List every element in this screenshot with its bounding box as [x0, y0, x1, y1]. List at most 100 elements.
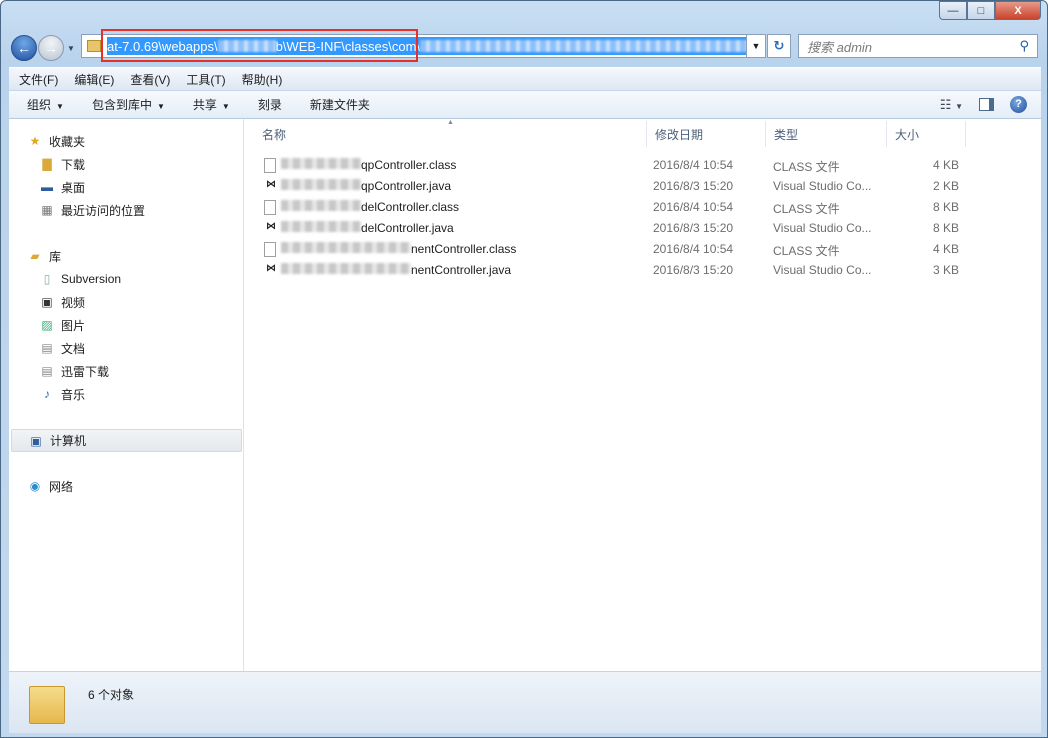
redacted-name	[281, 221, 361, 232]
library-icon: ▰	[30, 249, 40, 263]
sidebar-item-subversion[interactable]: ▯ Subversion	[39, 269, 121, 289]
preview-pane-icon[interactable]	[979, 98, 994, 111]
close-button[interactable]: X	[995, 1, 1041, 20]
file-name: nentController.class	[411, 242, 517, 256]
file-size: 3 KB	[932, 263, 959, 277]
file-date: 2016/8/4 10:54	[653, 200, 734, 214]
file-name: qpController.class	[361, 158, 457, 172]
folder-icon	[87, 40, 101, 52]
share-button[interactable]: 共享 ▼	[193, 96, 230, 113]
file-date: 2016/8/3 15:20	[653, 221, 734, 235]
forward-button[interactable]: →	[38, 35, 64, 61]
picture-icon: ▨	[41, 318, 53, 332]
window-controls: — □ X	[939, 1, 1041, 20]
file-date: 2016/8/4 10:54	[653, 158, 734, 172]
sidebar-item-music[interactable]: ♪ 音乐	[39, 384, 85, 404]
file-type: Visual Studio Co...	[773, 263, 872, 277]
column-header-size[interactable]: 大小	[887, 121, 966, 147]
search-input[interactable]: 搜索 admin ⚲	[798, 34, 1038, 58]
burn-button[interactable]: 刻录	[258, 96, 282, 113]
file-type: Visual Studio Co...	[773, 179, 872, 193]
help-icon[interactable]: ?	[1010, 96, 1027, 113]
back-button[interactable]: ←	[11, 35, 37, 61]
document-icon: ▤	[41, 341, 53, 355]
file-row[interactable]: ⋈ qpController.java 2016/8/3 15:20 Visual S…	[244, 175, 1041, 196]
file-icon	[264, 158, 276, 173]
file-type: CLASS 文件	[773, 244, 840, 258]
file-size: 4 KB	[932, 242, 959, 256]
file-size: 2 KB	[932, 179, 959, 193]
file-row[interactable]: delController.class 2016/8/4 10:54 CLASS 文…	[244, 196, 1041, 217]
sidebar-item-downloads[interactable]: ▇ 下载	[39, 154, 85, 174]
menu-edit[interactable]: 编辑(E)	[74, 71, 114, 88]
sidebar-item-xunlei[interactable]: ▤ 迅雷下载	[39, 361, 109, 381]
organize-button[interactable]: 组织 ▼	[27, 96, 64, 113]
column-header-date[interactable]: 修改日期	[647, 121, 766, 147]
command-bar: 组织 ▼ 包含到库中 ▼ 共享 ▼ 刻录 新建文件夹 ☷ ▼ ?	[9, 90, 1041, 119]
file-date: 2016/8/3 15:20	[653, 179, 734, 193]
document-icon: ▯	[43, 272, 51, 286]
file-row[interactable]: ⋈ delController.java 2016/8/3 15:20 Visual …	[244, 217, 1041, 238]
sidebar-network[interactable]: ◉ 网络	[27, 476, 73, 496]
sidebar-item-videos[interactable]: ▣ 视频	[39, 292, 85, 312]
address-dropdown[interactable]: ▼	[746, 34, 766, 58]
redacted-name	[281, 200, 361, 211]
explorer-window: — □ X ← → ▼ at-7.0.69\webapps\ b\WEB-INF…	[0, 0, 1048, 738]
redacted-name	[281, 179, 361, 190]
search-placeholder: 搜索 admin	[807, 39, 873, 55]
menu-bar: 文件(F) 编辑(E) 查看(V) 工具(T) 帮助(H)	[9, 67, 1041, 90]
sidebar-favorites[interactable]: ★ 收藏夹	[27, 131, 85, 151]
sidebar-item-documents[interactable]: ▤ 文档	[39, 338, 85, 358]
computer-icon: ▣	[30, 433, 42, 448]
file-row[interactable]: ⋈ nentController.java 2016/8/3 15:20 Visual…	[244, 259, 1041, 280]
include-library-button[interactable]: 包含到库中 ▼	[92, 96, 165, 113]
file-name: nentController.java	[411, 263, 512, 277]
view-options-icon[interactable]: ☷ ▼	[940, 97, 963, 113]
column-header-type[interactable]: 类型	[766, 121, 887, 147]
menu-file[interactable]: 文件(F)	[19, 71, 58, 88]
sidebar-item-desktop[interactable]: ▬ 桌面	[39, 177, 85, 197]
file-row[interactable]: nentController.class 2016/8/4 10:54 CLASS …	[244, 238, 1041, 259]
recent-pages-dropdown[interactable]: ▼	[67, 44, 75, 53]
redacted-segment	[420, 40, 751, 52]
download-folder-icon: ▇	[42, 157, 52, 171]
file-type: CLASS 文件	[773, 202, 840, 216]
highlight-annotation	[101, 29, 418, 62]
network-icon: ◉	[29, 479, 41, 493]
file-size: 4 KB	[932, 158, 959, 172]
redacted-name	[281, 263, 411, 274]
sidebar-item-recent[interactable]: ▦ 最近访问的位置	[39, 200, 145, 220]
recent-places-icon: ▦	[41, 203, 53, 217]
maximize-button[interactable]: □	[967, 1, 995, 20]
star-icon: ★	[29, 134, 41, 148]
visual-studio-icon: ⋈	[266, 179, 276, 190]
visual-studio-icon: ⋈	[266, 263, 276, 274]
sidebar-computer[interactable]: ▣ 计算机	[11, 429, 242, 452]
menu-tools[interactable]: 工具(T)	[186, 71, 225, 88]
refresh-button[interactable]: ↻	[767, 34, 791, 58]
file-name: qpController.java	[361, 179, 452, 193]
visual-studio-icon: ⋈	[266, 221, 276, 232]
menu-help[interactable]: 帮助(H)	[242, 71, 283, 88]
sidebar-item-pictures[interactable]: ▨ 图片	[39, 315, 85, 335]
file-name: delController.class	[361, 200, 460, 214]
menu-view[interactable]: 查看(V)	[130, 71, 170, 88]
file-row[interactable]: qpController.class 2016/8/4 10:54 CLASS 文件…	[244, 154, 1041, 175]
new-folder-button[interactable]: 新建文件夹	[310, 96, 370, 113]
item-count: 6 个对象	[88, 688, 135, 702]
status-bar: 6 个对象	[9, 671, 1041, 733]
file-icon	[264, 242, 276, 257]
download-icon: ▤	[41, 364, 53, 378]
column-header-name[interactable]: 名称	[254, 121, 647, 147]
desktop-icon: ▬	[41, 180, 53, 194]
sidebar-libraries[interactable]: ▰ 库	[27, 246, 61, 266]
search-icon[interactable]: ⚲	[1019, 38, 1029, 54]
minimize-button[interactable]: —	[939, 1, 967, 20]
file-list: ▲ 名称 修改日期 类型 大小 qpController.class 2016/8…	[244, 119, 1041, 671]
navigation-buttons: ← → ▼	[11, 35, 75, 61]
file-size: 8 KB	[932, 221, 959, 235]
video-icon: ▣	[41, 295, 53, 309]
music-icon: ♪	[44, 387, 50, 401]
navigation-pane: ★ 收藏夹 ▇ 下载 ▬ 桌面 ▦ 最近访问的位置 ▰ 库 ▯ Subversion ▣ 视频…	[9, 119, 244, 671]
redacted-name	[281, 242, 411, 253]
